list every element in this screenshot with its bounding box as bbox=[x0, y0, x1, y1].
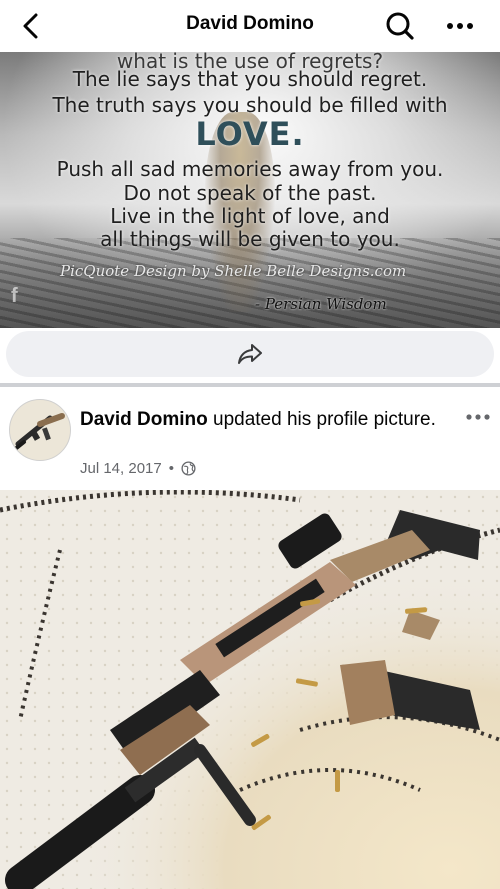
quote-signature: - Persian Wisdom bbox=[255, 295, 387, 313]
quote-line: all things will be given to you. bbox=[100, 227, 400, 251]
post-action-text: updated his profile picture. bbox=[207, 409, 436, 430]
top-bar: David Domino bbox=[0, 0, 500, 53]
meta-separator: • bbox=[168, 460, 174, 477]
quote-line-love: LOVE. bbox=[195, 115, 305, 153]
profile-picture-photo[interactable] bbox=[0, 490, 500, 889]
back-arrow-icon bbox=[23, 13, 38, 39]
post-divider bbox=[0, 383, 500, 387]
more-horizontal-icon bbox=[447, 23, 473, 29]
back-button[interactable] bbox=[14, 10, 48, 42]
quote-credit: PicQuote Design by Shelle Belle Designs.… bbox=[60, 262, 407, 280]
quote-line: Push all sad memories away from you. bbox=[56, 157, 444, 181]
more-horizontal-icon bbox=[466, 414, 490, 420]
post-headline: David Domino updated his profile picture… bbox=[80, 406, 450, 433]
quote-line: Do not speak of the past. bbox=[123, 181, 377, 205]
quote-line: Live in the light of love, and bbox=[110, 204, 390, 228]
quote-line: The lie says that you should regret. bbox=[72, 67, 428, 91]
more-options-button[interactable] bbox=[440, 8, 480, 44]
post-more-button[interactable] bbox=[458, 404, 498, 430]
share-icon bbox=[238, 344, 262, 364]
share-button[interactable] bbox=[6, 331, 494, 377]
rifle-photo-illustration bbox=[0, 490, 500, 889]
quote-image[interactable]: what is the use of regrets? The lie says… bbox=[0, 52, 500, 328]
globe-icon bbox=[181, 461, 196, 476]
quote-line: The truth says you should be filled with bbox=[52, 93, 448, 117]
avatar-rifle-thumbnail bbox=[10, 400, 70, 460]
search-button[interactable] bbox=[382, 8, 418, 44]
post-meta: Jul 14, 2017 • bbox=[80, 460, 196, 477]
post-date[interactable]: Jul 14, 2017 bbox=[80, 460, 162, 477]
avatar[interactable] bbox=[9, 399, 71, 461]
facebook-watermark-icon: f bbox=[11, 285, 18, 307]
author-name[interactable]: David Domino bbox=[80, 409, 208, 430]
page-title: David Domino bbox=[186, 13, 314, 34]
search-icon bbox=[386, 12, 414, 40]
